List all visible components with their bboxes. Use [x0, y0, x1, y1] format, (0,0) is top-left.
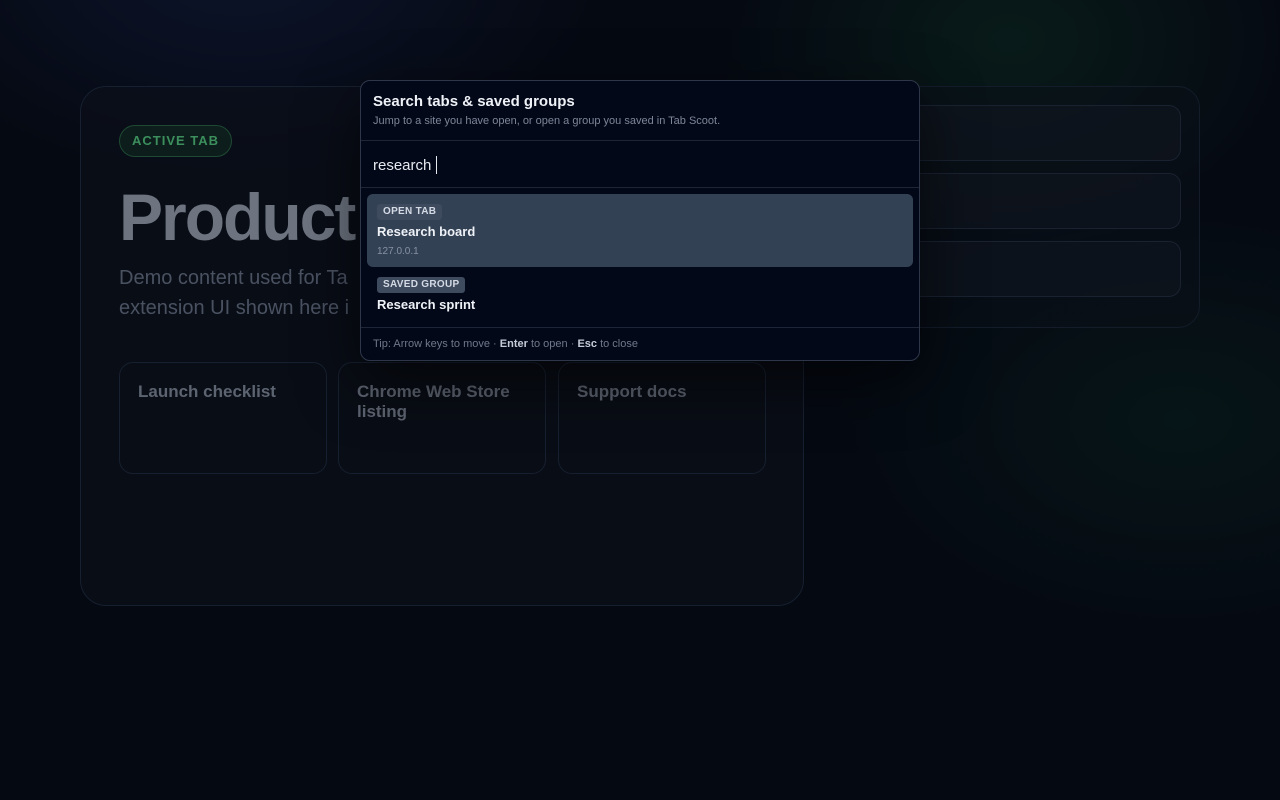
palette-title: Search tabs & saved groups — [373, 93, 575, 110]
tip-arrow-text: Arrow keys to move · — [393, 338, 497, 350]
palette-footer-tip: Tip: Arrow keys to move · Enter to open … — [361, 327, 919, 360]
text-caret — [436, 156, 437, 174]
side-panel-row[interactable] — [901, 105, 1181, 161]
result-research-sprint[interactable]: SAVED GROUP Research sprint — [367, 267, 913, 319]
search-input[interactable] — [373, 153, 907, 177]
enter-key-label: Enter — [499, 338, 528, 350]
result-title: Research sprint — [377, 297, 476, 312]
side-panel — [880, 86, 1200, 328]
open-tab-tag: OPEN TAB — [377, 204, 443, 220]
card-launch-checklist[interactable]: Launch checklist — [119, 362, 327, 474]
esc-key-label: Esc — [577, 338, 598, 350]
card-support-docs[interactable]: Support docs — [558, 362, 766, 474]
card-chrome-web-store-listing[interactable]: Chrome Web Store listing — [338, 362, 546, 474]
tip-label: Tip: — [373, 338, 391, 350]
result-title: Research board — [377, 224, 476, 239]
result-research-board[interactable]: OPEN TAB Research board 127.0.0.1 — [367, 194, 913, 267]
result-url: 127.0.0.1 — [377, 246, 419, 257]
palette-header: Search tabs & saved groups Jump to a sit… — [361, 81, 919, 141]
active-tab-badge: ACTIVE TAB — [119, 125, 233, 157]
card-grid: Launch checklist Chrome Web Store listin… — [119, 362, 767, 474]
palette-search — [361, 142, 919, 188]
tip-enter-text: to open · — [530, 338, 575, 350]
command-palette: Search tabs & saved groups Jump to a sit… — [360, 80, 920, 361]
side-panel-row[interactable] — [901, 241, 1181, 297]
palette-description: Jump to a site you have open, or open a … — [373, 115, 721, 127]
side-panel-row[interactable] — [901, 173, 1181, 229]
tip-esc-text: to close — [600, 338, 638, 350]
saved-group-tag: SAVED GROUP — [377, 277, 466, 293]
hero-title: Product r — [119, 180, 396, 254]
results-list: OPEN TAB Research board 127.0.0.1 SAVED … — [367, 194, 913, 326]
